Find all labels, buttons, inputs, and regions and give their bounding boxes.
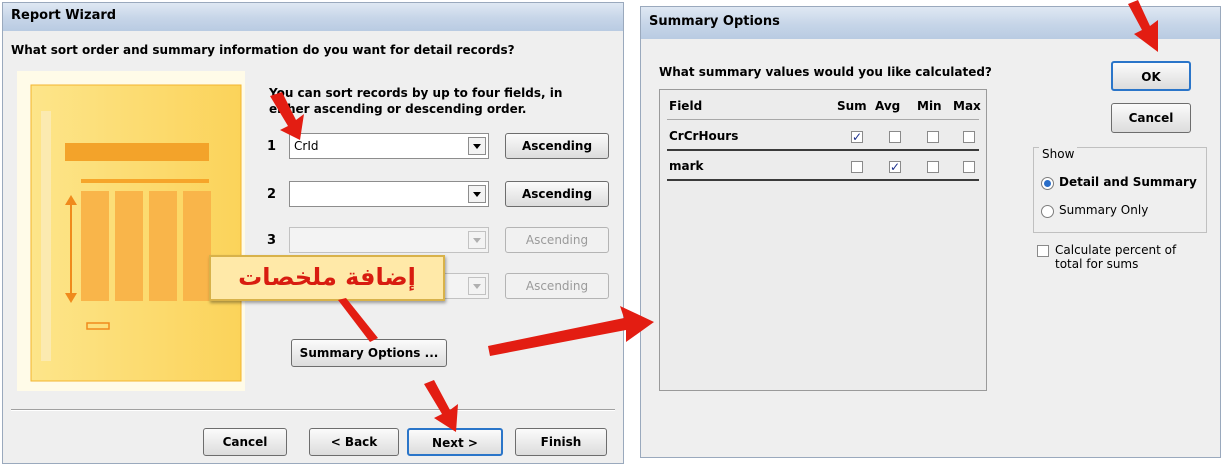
finish-button[interactable]: Finish (515, 428, 607, 456)
row-1-sum-checkbox[interactable]: ✓ (851, 131, 863, 143)
chevron-down-icon[interactable] (468, 277, 486, 295)
field-row-1-label: CrCrHours (669, 129, 739, 143)
sort-instruction: You can sort records by up to four field… (269, 86, 563, 116)
sort-row-3-number: 3 (267, 233, 277, 248)
row-2-avg-checkbox[interactable]: ✓ (889, 161, 901, 173)
column-header-avg: Avg (875, 99, 901, 113)
sort-order-1-button[interactable]: Ascending (505, 133, 609, 159)
chevron-down-icon[interactable] (468, 185, 486, 203)
detail-and-summary-label[interactable]: Detail and Summary (1059, 175, 1197, 189)
calc-percent-label[interactable]: Calculate percent of total for sums (1055, 243, 1205, 271)
column-header-min: Min (917, 99, 942, 113)
ok-button[interactable]: OK (1111, 61, 1191, 91)
summary-options-window: Summary Options What summary values woul… (640, 6, 1221, 458)
report-illustration (17, 71, 245, 391)
summary-only-label[interactable]: Summary Only (1059, 203, 1148, 217)
report-illustration-graphic (17, 71, 245, 391)
wizard-divider (11, 409, 615, 411)
column-header-field: Field (669, 99, 703, 113)
row-1-avg-checkbox[interactable] (889, 131, 901, 143)
sort-row-2-number: 2 (267, 187, 277, 202)
chevron-down-icon[interactable] (468, 231, 486, 249)
sort-field-3-combobox[interactable] (289, 227, 489, 253)
row-2-max-checkbox[interactable] (963, 161, 975, 173)
sort-order-4-button[interactable]: Ascending (505, 273, 609, 299)
sort-field-2-combobox[interactable] (289, 181, 489, 207)
row-2-divider (667, 179, 979, 181)
sort-order-3-button[interactable]: Ascending (505, 227, 609, 253)
calc-percent-checkbox[interactable] (1037, 245, 1049, 257)
sort-row-1-number: 1 (267, 139, 277, 154)
report-wizard-window: Report Wizard What sort order and summar… (2, 2, 624, 464)
detail-and-summary-radio[interactable] (1041, 177, 1054, 190)
next-button[interactable]: Next > (407, 428, 503, 456)
sort-field-1-combobox[interactable]: CrId (289, 133, 489, 159)
report-wizard-titlebar: Report Wizard (3, 3, 623, 31)
sort-field-1-value: CrId (294, 139, 319, 153)
chevron-down-icon[interactable] (468, 137, 486, 155)
wizard-question: What sort order and summary information … (11, 43, 515, 57)
row-2-min-checkbox[interactable] (927, 161, 939, 173)
summary-options-titlebar: Summary Options (641, 7, 1220, 39)
arabic-callout: إضافة ملخصات (209, 255, 445, 301)
cancel-button[interactable]: Cancel (203, 428, 287, 456)
row-1-divider (667, 149, 979, 151)
row-2-sum-checkbox[interactable] (851, 161, 863, 173)
back-button[interactable]: < Back (309, 428, 399, 456)
arabic-callout-text: إضافة ملخصات (238, 263, 416, 291)
sort-order-2-button[interactable]: Ascending (505, 181, 609, 207)
row-1-min-checkbox[interactable] (927, 131, 939, 143)
row-1-max-checkbox[interactable] (963, 131, 975, 143)
summary-question: What summary values would you like calcu… (659, 65, 992, 79)
header-divider (667, 119, 979, 120)
summary-cancel-button[interactable]: Cancel (1111, 103, 1191, 133)
field-row-2-label: mark (669, 159, 704, 173)
column-header-max: Max (953, 99, 981, 113)
summary-only-radio[interactable] (1041, 205, 1054, 218)
show-group-label: Show (1039, 147, 1078, 161)
summary-options-button[interactable]: Summary Options ... (291, 339, 447, 367)
report-wizard-title: Report Wizard (11, 8, 117, 23)
summary-options-title: Summary Options (649, 14, 780, 29)
column-header-sum: Sum (837, 99, 867, 113)
